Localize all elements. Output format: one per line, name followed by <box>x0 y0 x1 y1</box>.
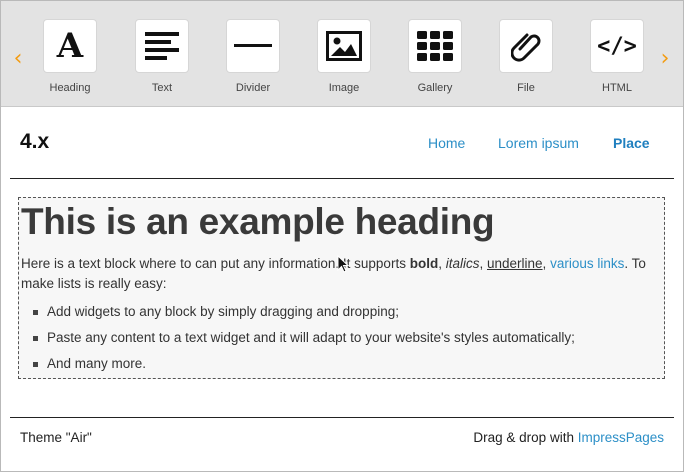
text-icon <box>135 19 189 73</box>
footer-divider <box>10 417 674 418</box>
widget-heading[interactable]: A Heading <box>35 19 105 94</box>
chevron-right-icon[interactable]: › <box>658 48 672 70</box>
chevron-left-icon[interactable]: ‹ <box>11 48 25 70</box>
heading-icon: A <box>43 19 97 73</box>
widget-label: Heading <box>49 82 91 94</box>
widget-gallery[interactable]: Gallery <box>400 19 470 94</box>
widget-label: Gallery <box>417 82 453 94</box>
theme-label: Theme "Air" <box>20 430 92 445</box>
various-links-link[interactable]: various links <box>550 256 624 271</box>
feature-list: Add widgets to any block by simply dragg… <box>31 302 575 380</box>
underline-text: underline <box>487 256 543 271</box>
widget-file[interactable]: File <box>491 19 561 94</box>
list-item: And many more. <box>31 354 575 380</box>
widget-html[interactable]: </> HTML <box>582 19 652 94</box>
divider-icon <box>226 19 280 73</box>
widget-toolbar: ‹ A Heading Text Divider Image Gallery F… <box>1 1 683 107</box>
site-logo[interactable]: 4.x <box>20 130 49 154</box>
nav-item-home[interactable]: Home <box>428 135 465 151</box>
code-icon: </> <box>590 19 644 73</box>
list-item: Add widgets to any block by simply dragg… <box>31 302 575 328</box>
header-divider <box>10 178 674 179</box>
widget-image[interactable]: Image <box>309 19 379 94</box>
widget-label: File <box>517 82 535 94</box>
content-block[interactable]: This is an example heading Here is a tex… <box>18 197 665 379</box>
widget-label: Image <box>328 82 360 94</box>
paperclip-icon <box>499 19 553 73</box>
widget-divider[interactable]: Divider <box>218 19 288 94</box>
image-icon <box>317 19 371 73</box>
nav-item-lorem-ipsum[interactable]: Lorem ipsum <box>498 135 579 151</box>
impresspages-link[interactable]: ImpressPages <box>578 430 664 445</box>
example-heading[interactable]: This is an example heading <box>21 201 495 243</box>
widget-text[interactable]: Text <box>127 19 197 94</box>
nav-item-place[interactable]: Place <box>613 135 650 151</box>
italic-text: italics <box>445 256 480 271</box>
list-item: Paste any content to a text widget and i… <box>31 328 575 354</box>
widget-label: HTML <box>602 82 632 94</box>
credit-text: Drag & drop with ImpressPages <box>473 430 664 445</box>
gallery-icon <box>408 19 462 73</box>
widget-label: Divider <box>235 82 271 94</box>
widget-label: Text <box>151 82 173 94</box>
mouse-cursor-icon <box>337 255 349 273</box>
bold-text: bold <box>409 256 439 271</box>
